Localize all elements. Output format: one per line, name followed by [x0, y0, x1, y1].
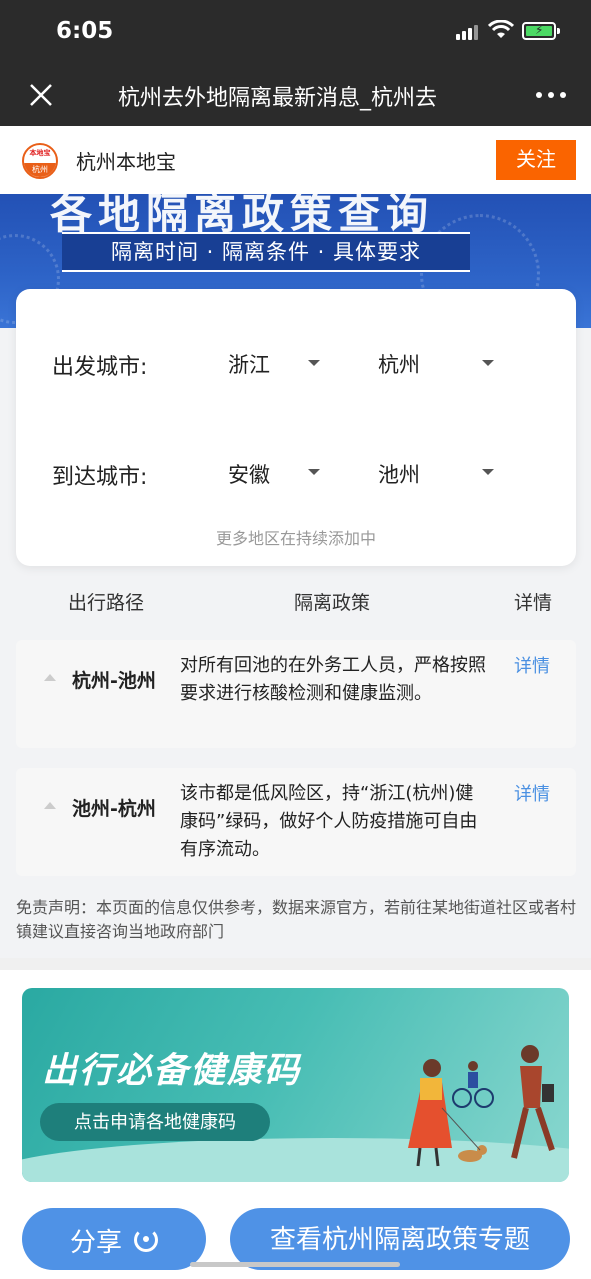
logo-bottom-text: 杭州 — [24, 163, 56, 177]
follow-button[interactable]: 关注 — [496, 140, 576, 180]
table-row: 池州-杭州 该市都是低风险区，持“浙江(杭州)健康码”绿码，做好个人防疫措施可自… — [16, 768, 576, 876]
detail-link[interactable]: 详情 — [514, 780, 550, 806]
section-divider — [0, 958, 591, 970]
route-policy: 该市都是低风险区，持“浙江(杭州)健康码”绿码，做好个人防疫措施可自由有序流动。 — [180, 783, 478, 860]
table-row: 杭州-池州 对所有回池的在外务工人员，严格按照要求进行核酸检测和健康监测。 详情 — [16, 640, 576, 748]
chevron-down-icon[interactable] — [308, 360, 320, 366]
detail-link[interactable]: 详情 — [514, 652, 550, 678]
cellular-signal-icon — [456, 24, 480, 40]
logo-top-text: 本地宝 — [29, 149, 51, 157]
nav-bar: 杭州去外地隔离最新消息_杭州去 — [0, 64, 591, 126]
account-name[interactable]: 杭州本地宝 — [76, 146, 176, 175]
route-name: 杭州-池州 — [72, 670, 156, 692]
more-icon[interactable] — [536, 92, 566, 100]
share-icon — [134, 1228, 158, 1252]
close-icon[interactable] — [26, 80, 56, 110]
status-time: 6:05 — [56, 18, 114, 44]
share-label: 分享 — [70, 1227, 123, 1257]
account-logo: 本地宝 杭州 — [22, 143, 58, 179]
status-bar: 6:05 ⚡ — [0, 0, 591, 64]
header-policy: 隔离政策 — [294, 592, 371, 614]
view-topic-button[interactable]: 查看杭州隔离政策专题 — [230, 1208, 570, 1270]
more-regions-hint: 更多地区在持续添加中 — [215, 529, 376, 548]
collapse-icon[interactable] — [44, 674, 56, 681]
departure-label: 出发城市: — [52, 355, 148, 380]
share-button[interactable]: 分享 — [22, 1208, 206, 1270]
route-policy: 对所有回池的在外务工人员，严格按照要求进行核酸检测和健康监测。 — [180, 655, 486, 704]
chevron-down-icon[interactable] — [308, 469, 320, 475]
departure-province-select[interactable]: 浙江 — [228, 349, 270, 379]
apply-health-code-button[interactable]: 点击申请各地健康码 — [40, 1103, 270, 1141]
home-indicator[interactable] — [190, 1262, 400, 1267]
header-route: 出行路径 — [68, 592, 145, 614]
city-selector-card: 出发城市: 浙江 杭州 到达城市: 安徽 池州 更多地区在持续添加中 — [16, 289, 576, 566]
collapse-icon[interactable] — [44, 802, 56, 809]
account-bar: 本地宝 杭州 杭州本地宝 关注 — [0, 126, 591, 194]
health-code-banner[interactable]: 出行必备健康码 点击申请各地健康码 — [22, 988, 569, 1182]
arrival-label: 到达城市: — [52, 465, 148, 490]
page-title: 杭州去外地隔离最新消息_杭州去 — [118, 86, 438, 111]
departure-city-select[interactable]: 杭州 — [378, 349, 420, 379]
battery-cap — [557, 28, 560, 34]
arrival-city-select[interactable]: 池州 — [378, 459, 420, 489]
wifi-icon — [488, 20, 514, 38]
chevron-down-icon[interactable] — [482, 360, 494, 366]
chevron-down-icon[interactable] — [482, 469, 494, 475]
banner-subtitle: 隔离时间 · 隔离条件 · 具体要求 — [62, 232, 470, 272]
ad-title: 出行必备健康码 — [42, 1051, 302, 1091]
route-name: 池州-杭州 — [72, 798, 156, 820]
battery-icon: ⚡ — [522, 22, 556, 40]
header-detail: 详情 — [514, 592, 553, 614]
disclaimer: 免责声明：本页面的信息仅供参考，数据来源官方，若前往某地街道社区或者村镇建议直接… — [16, 898, 577, 941]
travelers-illustration — [408, 1045, 555, 1167]
table-header: 出行路径 隔离政策 详情 — [0, 578, 591, 622]
arrival-province-select[interactable]: 安徽 — [228, 459, 270, 489]
